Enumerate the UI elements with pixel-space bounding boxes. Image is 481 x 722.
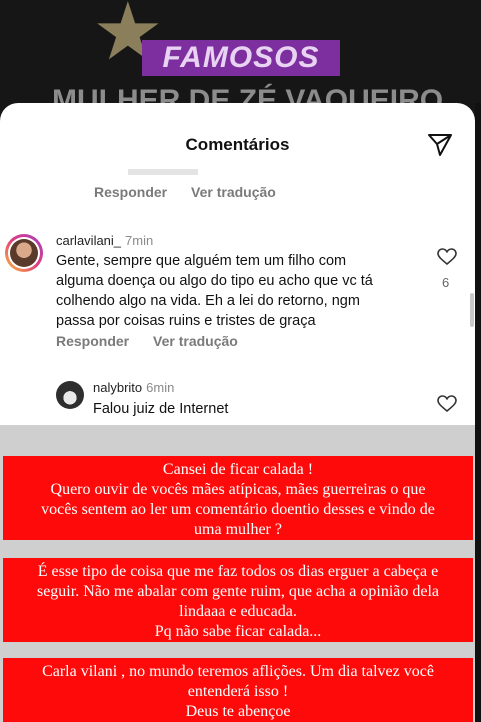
famosos-badge: FAMOSOS (142, 40, 340, 76)
reply-link[interactable]: Responder (56, 333, 129, 349)
paper-plane-icon[interactable] (427, 133, 453, 157)
avatar[interactable] (5, 234, 43, 272)
comment-text: Gente, sempre que alguém tem um filho co… (56, 253, 373, 329)
comment-time: 7min (125, 233, 154, 248)
comment-actions: Responder Ver tradução (56, 333, 258, 349)
like-count: 6 (442, 275, 450, 290)
story-text-box: É esse tipo de coisa que me faz todos os… (3, 558, 473, 642)
screen-edge (475, 103, 481, 722)
scrollbar[interactable] (470, 293, 474, 327)
comment-username[interactable]: nalybrito 6min (93, 380, 174, 395)
prev-comment-actions: Responder Ver tradução (94, 184, 296, 200)
translate-link[interactable]: Ver tradução (153, 333, 238, 349)
truncated-comment-text (128, 169, 198, 175)
story-text-box: Carla vilani , no mundo teremos aflições… (3, 658, 473, 722)
avatar[interactable] (56, 381, 84, 409)
story-text-box: Cansei de ficar calada ! Quero ouvir de … (3, 456, 473, 540)
translate-link[interactable]: Ver tradução (191, 184, 276, 200)
comments-sheet: Comentários Responder Ver tradução carla… (0, 103, 475, 425)
reply-link[interactable]: Responder (94, 184, 167, 200)
comment-username[interactable]: carlavilani_ 7min (56, 233, 153, 248)
comment-time: 6min (146, 380, 175, 395)
comment-text: Falou juiz de Internet (93, 401, 229, 417)
sheet-title: Comentários (185, 135, 290, 154)
heart-icon[interactable] (437, 395, 457, 413)
heart-icon[interactable] (437, 248, 457, 266)
